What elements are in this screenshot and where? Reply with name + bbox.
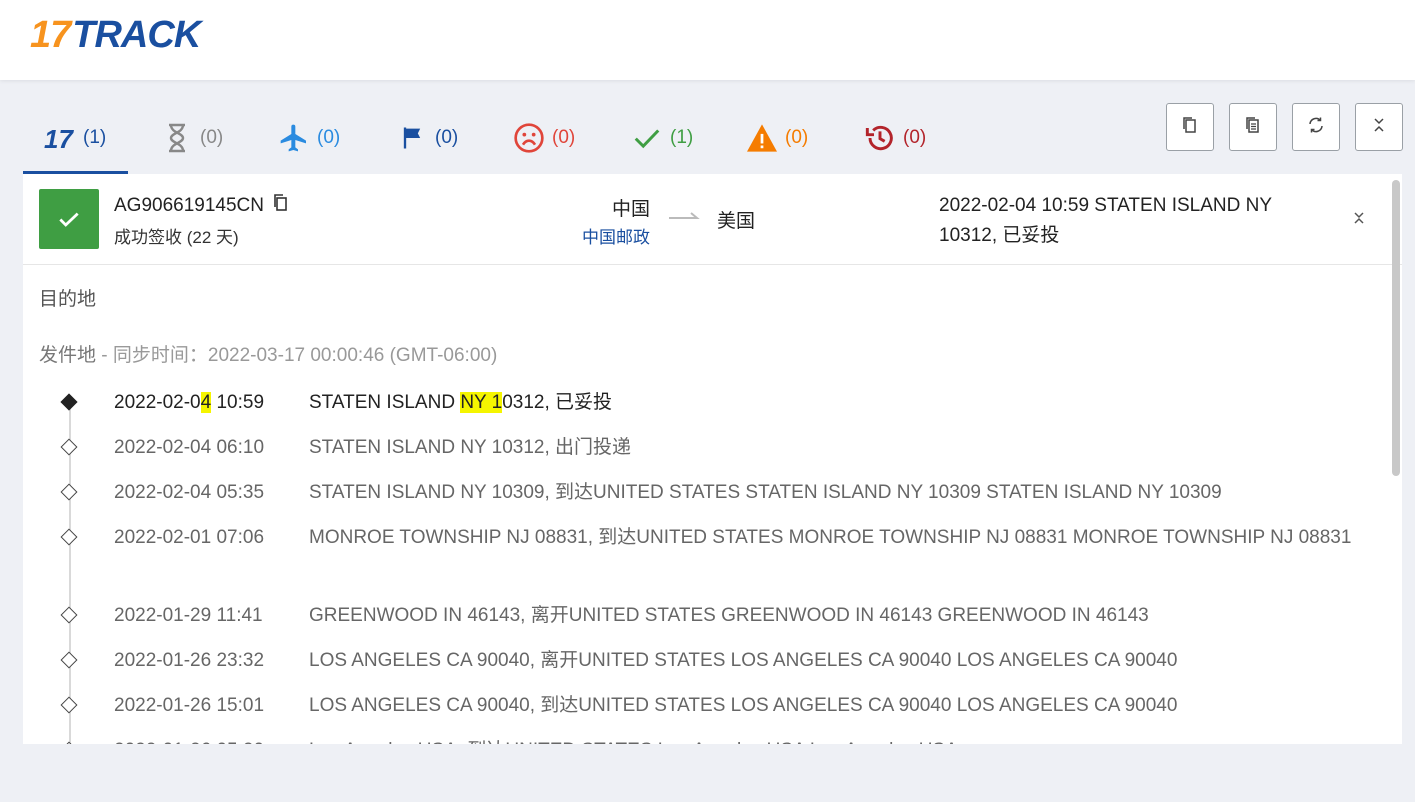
- event-description: STATEN ISLAND NY 10312, 出门投递: [309, 437, 632, 458]
- event-description: LOS ANGELES CA 90040, 到达UNITED STATES LO…: [309, 695, 1178, 716]
- origin-label-text: 发件地: [39, 345, 97, 366]
- check-icon: [630, 121, 664, 155]
- shipment-card: AG906619145CN 成功签收 (22 天) 中国 中国邮政 美国 202…: [23, 174, 1402, 744]
- history-icon: [863, 121, 897, 155]
- sync-time-text: - 同步时间：2022-03-17 00:00:46 (GMT-06:00): [96, 345, 498, 366]
- tab-alert[interactable]: (0): [745, 102, 808, 174]
- tab-undelivered[interactable]: (0): [512, 102, 575, 174]
- delivered-status-box: [39, 189, 99, 249]
- tab-pick-up[interactable]: (0): [395, 102, 458, 174]
- origin-section-label: 发件地 - 同步时间：2022-03-17 00:00:46 (GMT-06:0…: [39, 340, 497, 367]
- diamond-icon: [60, 651, 78, 669]
- 17-logo-icon: 17: [43, 121, 77, 155]
- document-icon: [1243, 115, 1263, 140]
- route-arrow-icon: [669, 210, 701, 229]
- diamond-icon: [60, 606, 78, 624]
- status-tabs: 17 (1) (0) (0) (0) (0) (1) (0) (0): [22, 102, 943, 174]
- tab-in-transit[interactable]: (0): [277, 102, 340, 174]
- event-time: 2022-01-26 15:01: [114, 695, 265, 716]
- collapse-icon: [1369, 115, 1389, 140]
- tab-count: (1): [83, 127, 107, 148]
- check-icon: [59, 212, 79, 227]
- warning-icon: [745, 121, 779, 155]
- sad-face-icon: [512, 121, 546, 155]
- event-time: 2022-02-04 10:59: [114, 392, 265, 413]
- chevron-collapse-icon: [1354, 212, 1364, 224]
- tracking-number-text: AG906619145CN: [114, 195, 264, 216]
- tab-count: (0): [435, 127, 459, 148]
- expand-toggle[interactable]: [1351, 208, 1367, 233]
- event-description: STATEN ISLAND NY 10309, 到达UNITED STATES …: [309, 482, 1222, 503]
- copy-tracking-icon[interactable]: [272, 193, 290, 219]
- destination-section-label: 目的地: [39, 289, 97, 310]
- diamond-icon: [60, 438, 78, 456]
- event-time: 2022-01-26 05:20: [114, 734, 264, 744]
- event-time: 2022-02-04 05:35: [114, 482, 265, 503]
- tab-count: (1): [670, 127, 694, 148]
- latest-event: 2022-02-04 10:59 STATEN ISLAND NY 10312,…: [939, 195, 1272, 246]
- event-time: 2022-01-26 23:32: [114, 650, 265, 671]
- document-button[interactable]: [1229, 103, 1277, 151]
- event-description: LOS ANGELES CA 90040, 离开UNITED STATES LO…: [309, 650, 1178, 671]
- tab-all[interactable]: 17 (1): [22, 102, 129, 174]
- origin-country: 中国: [611, 199, 650, 220]
- top-header: 17 TRACK: [0, 0, 1415, 80]
- refresh-icon: [1306, 115, 1326, 140]
- copy-icon: [1180, 115, 1200, 140]
- diamond-icon: [60, 483, 78, 501]
- tracking-number: AG906619145CN: [114, 193, 290, 219]
- event-description: Los Angeles USA, 到达UNITED STATES Los Ang…: [309, 734, 1379, 744]
- logo-word: TRACK: [72, 14, 201, 56]
- tab-count: (0): [785, 127, 809, 148]
- hourglass-icon: [160, 121, 194, 155]
- copy-button[interactable]: [1166, 103, 1214, 151]
- airplane-icon: [277, 121, 311, 155]
- diamond-icon: [60, 696, 78, 714]
- event-description: STATEN ISLAND NY 10312, 已妥投: [309, 392, 613, 413]
- logo-number: 17: [30, 14, 71, 56]
- diamond-filled-icon: [60, 393, 78, 411]
- event-description: GREENWOOD IN 46143, 离开UNITED STATES GREE…: [309, 605, 1149, 626]
- refresh-button[interactable]: [1292, 103, 1340, 151]
- delivery-status-text: 成功签收 (22 天): [114, 228, 239, 247]
- tab-expired[interactable]: (0): [863, 102, 926, 174]
- tab-count: (0): [552, 127, 576, 148]
- 17track-logo[interactable]: 17 TRACK: [30, 14, 201, 56]
- collapse-all-button[interactable]: [1355, 103, 1403, 151]
- destination-country: 美国: [717, 211, 756, 232]
- svg-text:17: 17: [44, 125, 74, 151]
- tab-count: (0): [317, 127, 341, 148]
- carrier-link[interactable]: 中国邮政: [582, 223, 650, 248]
- diamond-icon: [60, 741, 78, 744]
- event-description: MONROE TOWNSHIP NJ 08831, 到达UNITED STATE…: [309, 527, 1352, 548]
- tab-count: (0): [200, 127, 224, 148]
- tab-not-found[interactable]: (0): [160, 102, 223, 174]
- shipment-summary[interactable]: AG906619145CN 成功签收 (22 天) 中国 中国邮政 美国 202…: [23, 174, 1402, 265]
- card-scrollbar[interactable]: [1392, 180, 1400, 476]
- tab-delivered[interactable]: (1): [630, 102, 693, 174]
- event-time: 2022-02-01 07:06: [114, 527, 265, 548]
- event-time: 2022-02-04 06:10: [114, 437, 265, 458]
- diamond-icon: [60, 528, 78, 546]
- tab-count: (0): [903, 127, 927, 148]
- event-time: 2022-01-29 11:41: [114, 605, 263, 626]
- flag-icon: [395, 121, 429, 155]
